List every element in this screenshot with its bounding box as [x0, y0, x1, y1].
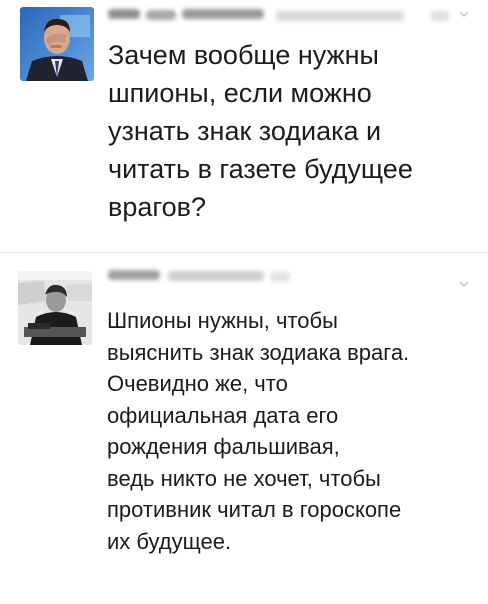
- author-name[interactable]: [182, 9, 264, 19]
- tweet-text: Зачем вообще нужны шпионы, если можно уз…: [108, 40, 413, 222]
- avatar[interactable]: [18, 271, 92, 345]
- tweet: Зачем вообще нужны шпионы, если можно уз…: [0, 0, 488, 252]
- author-name[interactable]: [108, 9, 140, 19]
- timestamp: [270, 272, 290, 282]
- chevron-down-icon[interactable]: [459, 9, 469, 19]
- tweet-text: Шпионы нужны, чтобы выяснить знак зодиак…: [107, 308, 410, 554]
- author-name[interactable]: [146, 10, 176, 20]
- author-name[interactable]: [108, 270, 160, 280]
- author-handle[interactable]: [168, 271, 264, 281]
- avatar[interactable]: [20, 7, 94, 81]
- author-handle[interactable]: [276, 11, 404, 21]
- user-avatar-photo-icon: [20, 7, 94, 81]
- user-avatar-photo-icon: [18, 271, 92, 345]
- tweet: Шпионы нужны, чтобы выяснить знак зодиак…: [0, 253, 488, 604]
- chevron-down-icon[interactable]: [459, 279, 469, 289]
- timestamp: [430, 11, 450, 21]
